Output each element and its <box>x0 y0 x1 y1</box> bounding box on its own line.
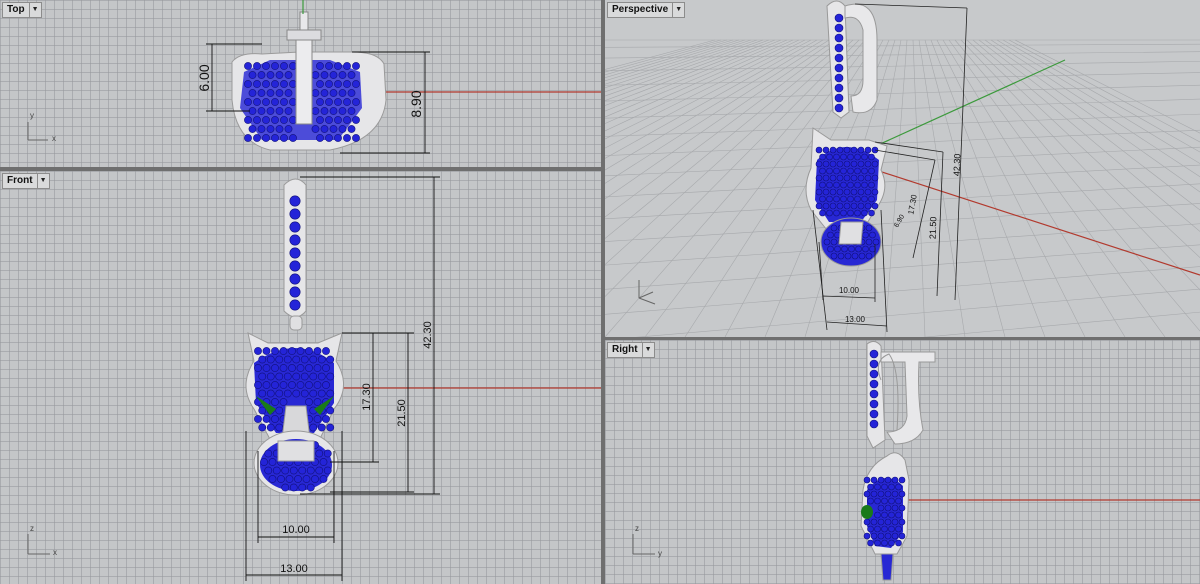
axis-label-horizontal: x <box>53 548 57 557</box>
viewport-tab-top[interactable]: Top ▼ <box>2 2 42 18</box>
dimension-label: 13.00 <box>845 315 866 324</box>
jewelry-model-perspective <box>805 0 888 267</box>
viewport-tab-front[interactable]: Front ▼ <box>2 173 50 189</box>
dimension-label: 42.30 <box>422 321 434 349</box>
dimension-label: 17.30 <box>906 193 918 215</box>
viewport-right[interactable]: Right ▼ z y <box>605 340 1200 584</box>
axis-triad <box>638 280 656 305</box>
right-canvas: z y <box>632 340 1200 581</box>
chevron-down-icon[interactable]: ▼ <box>36 174 49 188</box>
dimension-label: 6.90 <box>893 214 906 229</box>
front-canvas: z x 42.30 17.30 21.50 10.00 13.00 <box>27 176 601 581</box>
axis-label-horizontal: x <box>52 134 56 143</box>
dimension-label: 21.50 <box>928 216 939 239</box>
axis-label-vertical: y <box>30 111 34 120</box>
dimension-label: 42.30 <box>952 153 963 176</box>
axis-triad: z x <box>27 524 57 557</box>
dimension-label: 13.00 <box>280 563 308 575</box>
viewport-perspective[interactable]: Perspective ▼ 42.30 21.50 17.30 6.90 10.… <box>605 0 1200 337</box>
dimension-label: 10.00 <box>839 286 860 295</box>
axis-label-vertical: z <box>635 524 639 533</box>
axis-label-horizontal: y <box>658 549 662 558</box>
chevron-down-icon[interactable]: ▼ <box>28 3 41 17</box>
viewport-title: Right <box>612 344 638 355</box>
viewport-tab-perspective[interactable]: Perspective ▼ <box>607 2 686 18</box>
dimension-label: 10.00 <box>282 524 310 536</box>
chevron-down-icon[interactable]: ▼ <box>641 343 654 357</box>
jewelry-model-front <box>245 178 344 496</box>
perspective-canvas: 42.30 21.50 17.30 6.90 10.00 13.00 <box>605 0 1200 337</box>
viewport-top[interactable]: Top ▼ y x 6.00 8.90 <box>0 0 601 167</box>
jewelry-model-right <box>860 340 936 581</box>
chevron-down-icon[interactable]: ▼ <box>672 3 684 17</box>
dimension-label: 6.00 <box>196 64 212 91</box>
axis-triad: z y <box>632 524 662 558</box>
viewport-title: Front <box>7 175 33 186</box>
axis-label-vertical: z <box>30 524 34 533</box>
dimension-label: 21.50 <box>396 399 408 427</box>
axis-triad: y x <box>27 111 56 143</box>
top-canvas: y x 6.00 8.90 <box>27 0 601 154</box>
dimension-label: 17.30 <box>361 383 373 411</box>
jewelry-model-top <box>231 0 387 151</box>
viewport-tab-right[interactable]: Right ▼ <box>607 342 655 358</box>
perspective-grid <box>605 39 1200 337</box>
viewport-title: Top <box>7 4 25 15</box>
viewport-title: Perspective <box>612 4 669 15</box>
dimension-label: 8.90 <box>408 90 424 117</box>
viewport-front[interactable]: Front ▼ z x 42.30 17.30 21.50 10.00 13.0… <box>0 171 601 584</box>
